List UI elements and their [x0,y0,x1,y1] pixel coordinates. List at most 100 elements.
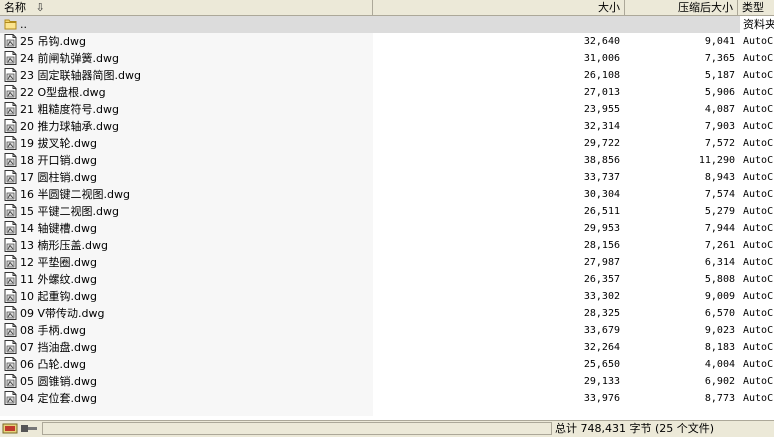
file-name: 17 圆柱销.dwg [20,171,97,184]
file-type: AutoC [743,138,774,149]
column-header-name-label: 名称 [4,1,26,14]
dwg-file-icon [4,68,17,82]
file-name: 08 手柄.dwg [20,324,86,337]
file-compressed-size: 5,279 [704,206,735,217]
file-compressed-size: 8,943 [704,172,735,183]
dwg-file-icon [4,272,17,286]
file-name: 15 平键二视图.dwg [20,205,119,218]
file-name: 16 半圆键二视图.dwg [20,188,130,201]
file-compressed-size: 7,944 [704,223,735,234]
dwg-file-icon [4,34,17,48]
file-row[interactable]: 12 平垫圈.dwg 27,987 6,314 AutoC [0,254,774,271]
column-header-type-label: 类型 [742,1,764,14]
file-compressed-size: 7,572 [704,138,735,149]
file-row[interactable]: 18 开口销.dwg 38,856 11,290 AutoC [0,152,774,169]
file-row[interactable]: 09 V带传动.dwg 28,325 6,570 AutoC [0,305,774,322]
file-compressed-size: 9,041 [704,36,735,47]
file-row[interactable]: 16 半圆键二视图.dwg 30,304 7,574 AutoC [0,186,774,203]
file-size: 26,511 [583,206,620,217]
dwg-file-icon [4,391,17,405]
column-header-name[interactable]: 名称 ⇩ [0,0,373,15]
file-row[interactable]: 20 推力球轴承.dwg 32,314 7,903 AutoC [0,118,774,135]
file-compressed-size: 4,087 [704,104,735,115]
file-row[interactable]: 11 外螺纹.dwg 26,357 5,808 AutoC [0,271,774,288]
dwg-file-icon [4,204,17,218]
file-compressed-size: 8,773 [704,393,735,404]
file-row[interactable]: 10 起重钩.dwg 33,302 9,009 AutoC [0,288,774,305]
column-header-size-label: 大小 [598,1,620,14]
file-compressed-size: 5,187 [704,70,735,81]
file-name: 09 V带传动.dwg [20,307,105,320]
file-size: 31,006 [583,53,620,64]
file-row[interactable]: 13 楠形压盖.dwg 28,156 7,261 AutoC [0,237,774,254]
dwg-file-icon [4,289,17,303]
file-type: AutoC [743,240,774,251]
file-list[interactable]: .. 资料夹 25 吊钩.dwg 32,640 9,041 AutoC 24 前闸轨弹簧… [0,16,774,416]
file-row[interactable]: 23 固定联轴器简图.dwg 26,108 5,187 AutoC [0,67,774,84]
file-type: AutoC [743,359,774,370]
file-name: 07 挡油盘.dwg [20,341,97,354]
dwg-file-icon [4,221,17,235]
column-header-compressed[interactable]: 压缩后大小 [625,0,738,15]
file-type: AutoC [743,274,774,285]
file-compressed-size: 6,314 [704,257,735,268]
file-row[interactable]: 05 圆锥销.dwg 29,133 6,902 AutoC [0,373,774,390]
file-compressed-size: 6,570 [704,308,735,319]
file-compressed-size: 4,004 [704,359,735,370]
file-type: AutoC [743,53,774,64]
file-compressed-size: 9,023 [704,325,735,336]
file-row[interactable]: 25 吊钩.dwg 32,640 9,041 AutoC [0,33,774,50]
file-type: AutoC [743,342,774,353]
archive-status-icon [2,423,37,434]
file-row[interactable]: 15 平键二视图.dwg 26,511 5,279 AutoC [0,203,774,220]
file-type: AutoC [743,393,774,404]
file-size: 33,302 [583,291,620,302]
file-compressed-size: 5,808 [704,274,735,285]
file-row[interactable]: 22 O型盘根.dwg 27,013 5,906 AutoC [0,84,774,101]
file-row[interactable]: 19 拔叉轮.dwg 29,722 7,572 AutoC [0,135,774,152]
file-row[interactable]: 21 粗糙度符号.dwg 23,955 4,087 AutoC [0,101,774,118]
file-row[interactable]: 24 前闸轨弹簧.dwg 31,006 7,365 AutoC [0,50,774,67]
file-size: 32,640 [583,36,620,47]
dwg-file-icon [4,374,17,388]
file-compressed-size: 7,365 [704,53,735,64]
dwg-file-icon [4,119,17,133]
file-type: AutoC [743,376,774,387]
file-row[interactable]: 17 圆柱销.dwg 33,737 8,943 AutoC [0,169,774,186]
file-row[interactable]: 14 轴键槽.dwg 29,953 7,944 AutoC [0,220,774,237]
status-pane [42,422,552,435]
file-name: 11 外螺纹.dwg [20,273,97,286]
file-size: 29,133 [583,376,620,387]
file-size: 33,737 [583,172,620,183]
file-name: 14 轴键槽.dwg [20,222,97,235]
file-compressed-size: 7,261 [704,240,735,251]
column-header-type[interactable]: 类型 [738,0,774,15]
dwg-file-icon [4,340,17,354]
file-type: AutoC [743,223,774,234]
file-name: 13 楠形压盖.dwg [20,239,108,252]
file-compressed-size: 5,906 [704,87,735,98]
parent-folder-row[interactable]: .. 资料夹 [0,16,774,33]
status-total: 总计 748,431 字节 (25 个文件) [555,422,715,435]
file-type: AutoC [743,206,774,217]
column-header-size[interactable]: 大小 [373,0,625,15]
file-name: 18 开口销.dwg [20,154,97,167]
file-name: 05 圆锥销.dwg [20,375,97,388]
file-compressed-size: 8,183 [704,342,735,353]
file-type: AutoC [743,172,774,183]
dwg-file-icon [4,170,17,184]
file-size: 38,856 [583,155,620,166]
file-type: AutoC [743,70,774,81]
file-row[interactable]: 06 凸轮.dwg 25,650 4,004 AutoC [0,356,774,373]
dwg-file-icon [4,357,17,371]
file-size: 27,013 [583,87,620,98]
file-name: 23 固定联轴器简图.dwg [20,69,141,82]
dwg-file-icon [4,238,17,252]
file-row[interactable]: 08 手柄.dwg 33,679 9,023 AutoC [0,322,774,339]
file-size: 30,304 [583,189,620,200]
file-size: 26,357 [583,274,620,285]
file-compressed-size: 9,009 [704,291,735,302]
file-row[interactable]: 07 挡油盘.dwg 32,264 8,183 AutoC [0,339,774,356]
file-row[interactable]: 04 定位套.dwg 33,976 8,773 AutoC [0,390,774,407]
file-name: 22 O型盘根.dwg [20,86,106,99]
